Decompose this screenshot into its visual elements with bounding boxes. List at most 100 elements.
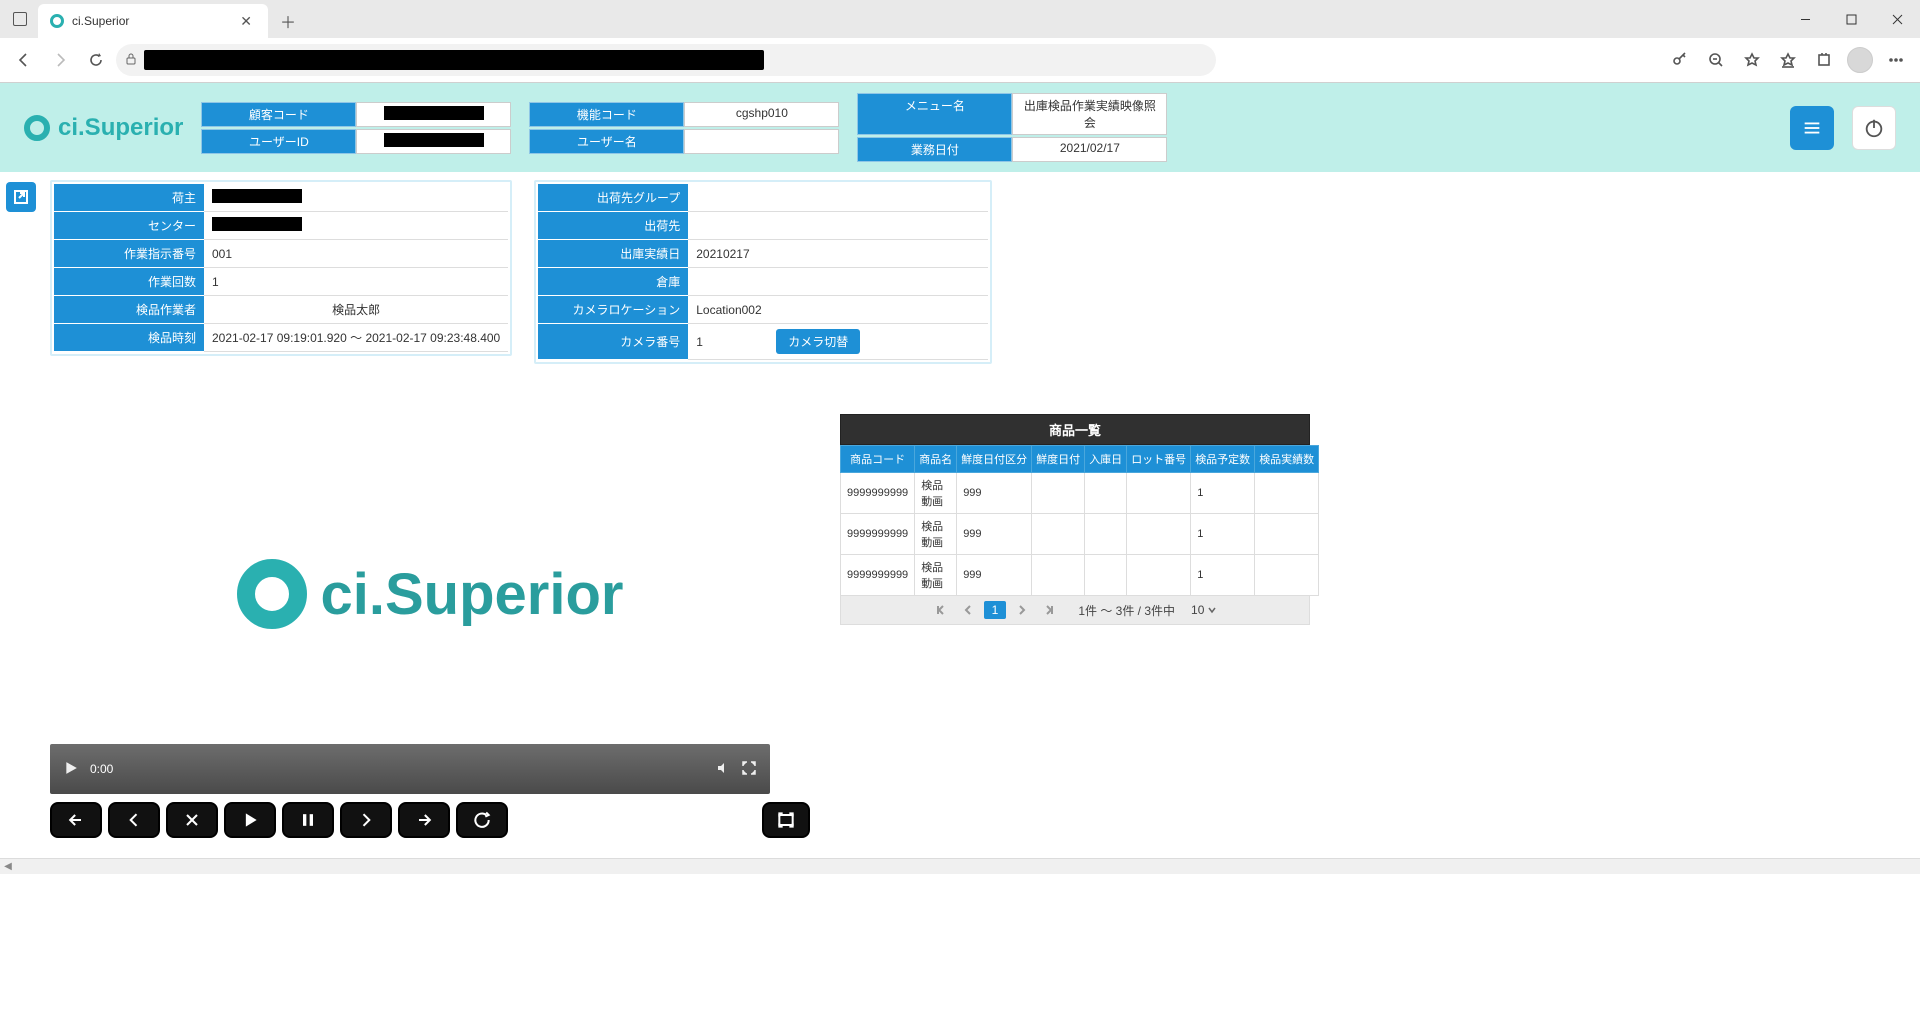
menu-button[interactable]	[1790, 106, 1834, 150]
cell-in_date	[1085, 473, 1127, 514]
table-row[interactable]: 9999999999検品動画9991	[841, 555, 1319, 596]
address-bar[interactable]	[116, 44, 1216, 76]
pager-info: 1件 ～ 3件 / 3件中	[1078, 602, 1175, 619]
cell-lot	[1127, 514, 1191, 555]
menu-name-value: 出庫検品作業実績映像照会	[1012, 93, 1167, 135]
profile-button[interactable]	[1844, 44, 1876, 76]
col-actual-qty: 検品実績数	[1255, 446, 1319, 473]
ship-to-value	[688, 212, 988, 240]
scroll-left-icon[interactable]: ◀	[0, 861, 16, 872]
cam-no-label: カメラ番号	[538, 324, 688, 360]
ship-date-value: 20210217	[688, 240, 988, 268]
video-progress-bar[interactable]: 0:00	[50, 744, 770, 794]
volume-icon[interactable]	[716, 761, 730, 778]
video-play-icon[interactable]	[64, 761, 78, 778]
logout-button[interactable]	[1852, 106, 1896, 150]
detail-panel-right: 出荷先グループ 出荷先 出庫実績日20210217 倉庫 カメラロケーションLo…	[534, 180, 992, 364]
work-count-value: 1	[204, 268, 508, 296]
cell-fresh_date	[1032, 473, 1085, 514]
warehouse-label: 倉庫	[538, 268, 688, 296]
work-count-label: 作業回数	[54, 268, 204, 296]
stop-button[interactable]	[166, 802, 218, 838]
zoom-icon[interactable]	[1700, 44, 1732, 76]
more-button[interactable]	[1880, 44, 1912, 76]
chevron-down-icon	[1206, 604, 1218, 616]
avatar-icon	[1847, 47, 1873, 73]
col-name: 商品名	[915, 446, 957, 473]
browser-tab[interactable]: ci.Superior ✕	[38, 4, 268, 38]
business-date-value: 2021/02/17	[1012, 137, 1167, 162]
page-size-value: 10	[1191, 603, 1204, 617]
favorite-icon[interactable]	[1736, 44, 1768, 76]
inspect-time-value: 2021-02-17 09:19:01.920 ～ 2021-02-17 09:…	[204, 324, 508, 352]
page-size-select[interactable]: 10	[1191, 603, 1218, 617]
business-date-label: 業務日付	[857, 137, 1012, 162]
pager-next-button[interactable]	[1012, 600, 1032, 620]
lock-icon	[124, 52, 138, 69]
browser-chrome: ci.Superior ✕ ＋	[0, 0, 1920, 83]
pager-first-button[interactable]	[932, 600, 952, 620]
pager-last-button[interactable]	[1038, 600, 1058, 620]
fullscreen-bar-icon[interactable]	[742, 761, 756, 778]
cell-plan_qty: 1	[1191, 473, 1255, 514]
cell-in_date	[1085, 555, 1127, 596]
cam-loc-label: カメラロケーション	[538, 296, 688, 324]
back-button[interactable]	[8, 44, 40, 76]
power-icon	[1863, 117, 1885, 139]
maximize-button[interactable]	[1828, 0, 1874, 38]
user-name-label: ユーザー名	[529, 129, 684, 154]
owner-label: 荷主	[54, 184, 204, 212]
cell-actual_qty	[1255, 473, 1319, 514]
reload-button[interactable]	[456, 802, 508, 838]
user-name-value	[684, 129, 839, 154]
customer-code-value	[356, 102, 511, 127]
table-row[interactable]: 9999999999検品動画9991	[841, 514, 1319, 555]
minimize-button[interactable]	[1782, 0, 1828, 38]
rewind-button[interactable]	[108, 802, 160, 838]
close-window-button[interactable]	[1874, 0, 1920, 38]
forward-button-media[interactable]	[340, 802, 392, 838]
work-no-label: 作業指示番号	[54, 240, 204, 268]
cell-plan_qty: 1	[1191, 514, 1255, 555]
center-label: センター	[54, 212, 204, 240]
cell-actual_qty	[1255, 555, 1319, 596]
pager: 1 1件 ～ 3件 / 3件中 10	[840, 596, 1310, 625]
pager-prev-button[interactable]	[958, 600, 978, 620]
video-placeholder-logo: ci.Superior	[237, 559, 624, 629]
pause-button[interactable]	[282, 802, 334, 838]
pager-current[interactable]: 1	[984, 601, 1007, 619]
cell-name: 検品動画	[915, 473, 957, 514]
cell-plan_qty: 1	[1191, 555, 1255, 596]
favorites-bar-icon[interactable]	[1772, 44, 1804, 76]
key-icon[interactable]	[1664, 44, 1696, 76]
camera-switch-button[interactable]: カメラ切替	[776, 329, 860, 354]
col-plan-qty: 検品予定数	[1191, 446, 1255, 473]
close-tab-icon[interactable]: ✕	[236, 13, 256, 30]
refresh-button[interactable]	[80, 44, 112, 76]
col-in-date: 入庫日	[1085, 446, 1127, 473]
fullscreen-button[interactable]	[762, 802, 810, 838]
popout-button[interactable]	[6, 182, 36, 212]
new-tab-button[interactable]: ＋	[274, 7, 302, 35]
horizontal-scrollbar[interactable]: ◀	[0, 858, 1920, 874]
work-no-value: 001	[204, 240, 508, 268]
video-canvas[interactable]: ci.Superior	[70, 384, 790, 744]
header-info-block-2: 機能コード cgshp010 ユーザー名	[529, 102, 839, 154]
table-row[interactable]: 9999999999検品動画9991	[841, 473, 1319, 514]
user-id-label: ユーザーID	[201, 129, 356, 154]
cell-name: 検品動画	[915, 555, 957, 596]
cell-code: 9999999999	[841, 555, 915, 596]
menu-name-label: メニュー名	[857, 93, 1012, 135]
cell-in_date	[1085, 514, 1127, 555]
prev-clip-button[interactable]	[50, 802, 102, 838]
cell-code: 9999999999	[841, 514, 915, 555]
next-clip-button[interactable]	[398, 802, 450, 838]
center-value	[204, 212, 508, 240]
forward-button[interactable]	[44, 44, 76, 76]
play-button[interactable]	[224, 802, 276, 838]
collections-icon[interactable]	[1808, 44, 1840, 76]
cell-lot	[1127, 473, 1191, 514]
hamburger-icon	[1801, 117, 1823, 139]
ship-group-label: 出荷先グループ	[538, 184, 688, 212]
owner-value	[204, 184, 508, 212]
